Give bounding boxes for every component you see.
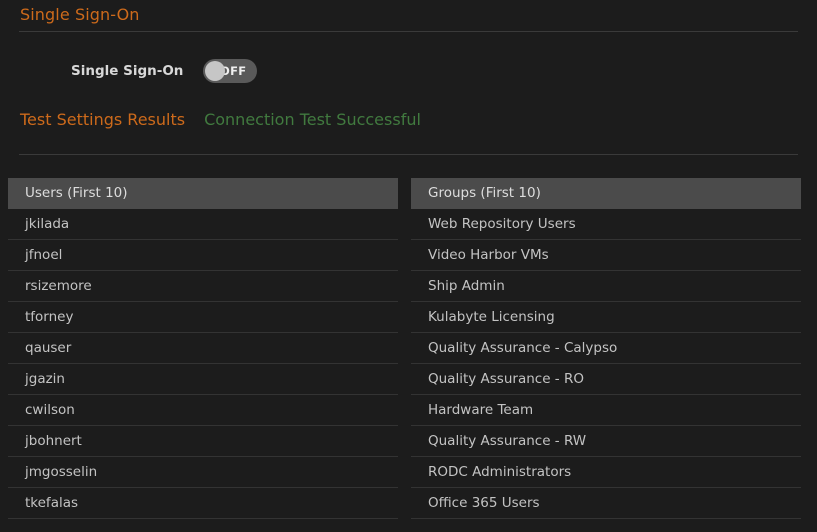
table-row: Quality Assurance - RO [411, 364, 801, 395]
table-row: qauser [8, 333, 398, 364]
table-row: Hardware Team [411, 395, 801, 426]
table-row: Ship Admin [411, 271, 801, 302]
table-row: jgazin [8, 364, 398, 395]
page-title: Single Sign-On [0, 5, 817, 24]
table-row: Video Harbor VMs [411, 240, 801, 271]
users-table-body: jkilada jfnoel rsizemore tforney qauser … [8, 209, 398, 519]
connection-status-text: Connection Test Successful [185, 110, 421, 129]
table-row: Kulabyte Licensing [411, 302, 801, 333]
table-row: jkilada [8, 209, 398, 240]
users-table: Users (First 10) jkilada jfnoel rsizemor… [8, 178, 398, 519]
groups-table-header: Groups (First 10) [411, 178, 801, 209]
toggle-knob-icon [205, 61, 225, 81]
table-row: Quality Assurance - Calypso [411, 333, 801, 364]
groups-table: Groups (First 10) Web Repository Users V… [411, 178, 801, 519]
results-tables: Users (First 10) jkilada jfnoel rsizemor… [0, 155, 817, 519]
sso-toggle-row: Single Sign-On OFF [0, 32, 817, 109]
test-results-title: Test Settings Results [0, 110, 185, 129]
sso-toggle-label: Single Sign-On [71, 63, 183, 79]
test-results-header: Test Settings Results Connection Test Su… [0, 109, 817, 139]
table-row: Web Repository Users [411, 209, 801, 240]
table-row: jfnoel [8, 240, 398, 271]
table-row: tkefalas [8, 488, 398, 519]
sso-section-header: Single Sign-On [0, 0, 817, 31]
groups-table-body: Web Repository Users Video Harbor VMs Sh… [411, 209, 801, 519]
table-row: cwilson [8, 395, 398, 426]
table-row: tforney [8, 302, 398, 333]
sso-settings-page: Single Sign-On Single Sign-On OFF Test S… [0, 0, 817, 532]
table-row: Office 365 Users [411, 488, 801, 519]
table-row: Quality Assurance - RW [411, 426, 801, 457]
table-row: jbohnert [8, 426, 398, 457]
table-row: RODC Administrators [411, 457, 801, 488]
table-row: rsizemore [8, 271, 398, 302]
table-row: jmgosselin [8, 457, 398, 488]
sso-toggle-switch[interactable]: OFF [203, 59, 257, 83]
sso-toggle-state: OFF [220, 64, 257, 78]
users-table-header: Users (First 10) [8, 178, 398, 209]
